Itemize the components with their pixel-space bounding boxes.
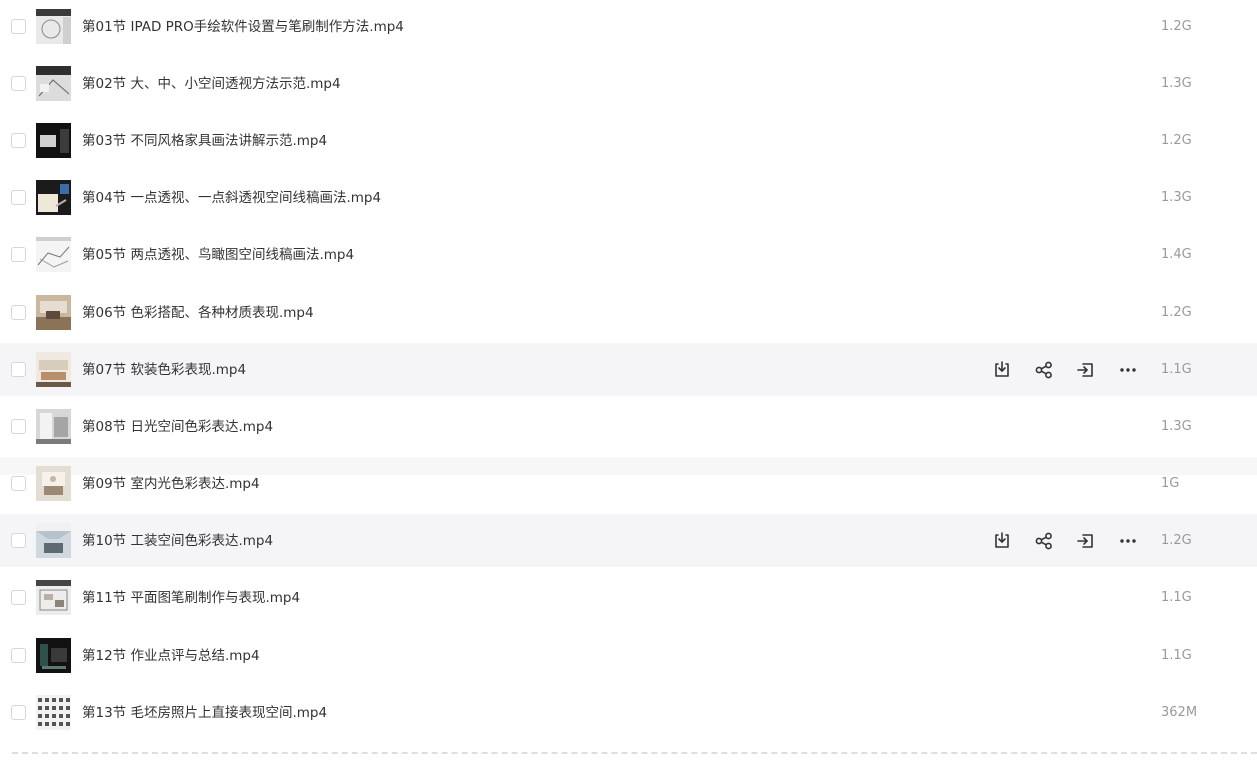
file-name[interactable]: 第08节 日光空间色彩表达.mp4 <box>82 418 273 436</box>
video-thumbnail <box>36 466 71 501</box>
video-thumbnail <box>36 237 71 272</box>
download-icon[interactable] <box>990 529 1014 553</box>
file-row[interactable]: 第01节 IPAD PRO手绘软件设置与笔刷制作方法.mp4 1.2G <box>0 0 1257 53</box>
move-icon[interactable] <box>1074 529 1098 553</box>
row-checkbox[interactable] <box>11 362 26 377</box>
file-name[interactable]: 第01节 IPAD PRO手绘软件设置与笔刷制作方法.mp4 <box>82 18 404 36</box>
video-thumbnail <box>36 123 71 158</box>
file-name[interactable]: 第12节 作业点评与总结.mp4 <box>82 647 260 665</box>
file-row[interactable]: 第10节 工装空间色彩表达.mp4 1.2G <box>0 514 1257 567</box>
row-checkbox[interactable] <box>11 19 26 34</box>
file-name[interactable]: 第07节 软装色彩表现.mp4 <box>82 361 246 379</box>
more-icon[interactable] <box>1116 358 1140 382</box>
row-checkbox[interactable] <box>11 305 26 320</box>
row-checkbox[interactable] <box>11 247 26 262</box>
file-row[interactable]: 第05节 两点透视、鸟瞰图空间线稿画法.mp4 1.4G <box>0 228 1257 281</box>
row-checkbox[interactable] <box>11 133 26 148</box>
share-icon[interactable] <box>1032 358 1056 382</box>
file-size: 1.1G <box>1161 590 1192 605</box>
file-row[interactable]: 第04节 一点透视、一点斜透视空间线稿画法.mp4 1.3G <box>0 171 1257 224</box>
video-thumbnail <box>36 352 71 387</box>
file-size: 1.2G <box>1161 133 1192 148</box>
row-checkbox[interactable] <box>11 648 26 663</box>
video-thumbnail <box>36 409 71 444</box>
share-icon[interactable] <box>1032 529 1056 553</box>
file-size: 1.2G <box>1161 19 1192 34</box>
file-name[interactable]: 第03节 不同风格家具画法讲解示范.mp4 <box>82 132 327 150</box>
file-size: 1.2G <box>1161 533 1192 548</box>
file-name[interactable]: 第10节 工装空间色彩表达.mp4 <box>82 532 273 550</box>
file-row[interactable]: 第09节 室内光色彩表达.mp4 1G <box>0 457 1257 510</box>
video-thumbnail <box>36 523 71 558</box>
file-row[interactable]: 第02节 大、中、小空间透视方法示范.mp4 1.3G <box>0 57 1257 110</box>
file-row[interactable]: 第13节 毛坯房照片上直接表现空间.mp4 362M <box>0 686 1257 739</box>
file-size: 1.3G <box>1161 419 1192 434</box>
file-size: 1.2G <box>1161 305 1192 320</box>
video-thumbnail <box>36 295 71 330</box>
row-checkbox[interactable] <box>11 190 26 205</box>
row-checkbox[interactable] <box>11 419 26 434</box>
video-thumbnail <box>36 695 71 730</box>
file-size: 1.3G <box>1161 190 1192 205</box>
file-name[interactable]: 第13节 毛坯房照片上直接表现空间.mp4 <box>82 704 327 722</box>
video-thumbnail <box>36 580 71 615</box>
file-size: 1.3G <box>1161 76 1192 91</box>
row-checkbox[interactable] <box>11 76 26 91</box>
file-size: 1.1G <box>1161 362 1192 377</box>
file-row[interactable]: 第12节 作业点评与总结.mp4 1.1G <box>0 629 1257 682</box>
video-thumbnail <box>36 180 71 215</box>
file-name[interactable]: 第05节 两点透视、鸟瞰图空间线稿画法.mp4 <box>82 246 354 264</box>
file-row[interactable]: 第11节 平面图笔刷制作与表现.mp4 1.1G <box>0 571 1257 624</box>
file-size: 362M <box>1161 705 1198 720</box>
row-actions <box>990 529 1140 553</box>
file-row[interactable]: 第03节 不同风格家具画法讲解示范.mp4 1.2G <box>0 114 1257 167</box>
file-name[interactable]: 第11节 平面图笔刷制作与表现.mp4 <box>82 589 300 607</box>
file-row[interactable]: 第07节 软装色彩表现.mp4 1.1G <box>0 343 1257 396</box>
move-icon[interactable] <box>1074 358 1098 382</box>
file-name[interactable]: 第04节 一点透视、一点斜透视空间线稿画法.mp4 <box>82 189 381 207</box>
file-size: 1.4G <box>1161 247 1192 262</box>
row-actions <box>990 358 1140 382</box>
file-name[interactable]: 第02节 大、中、小空间透视方法示范.mp4 <box>82 75 341 93</box>
file-row[interactable]: 第06节 色彩搭配、各种材质表现.mp4 1.2G <box>0 286 1257 339</box>
file-name[interactable]: 第09节 室内光色彩表达.mp4 <box>82 475 260 493</box>
more-icon[interactable] <box>1116 529 1140 553</box>
row-checkbox[interactable] <box>11 476 26 491</box>
download-icon[interactable] <box>990 358 1014 382</box>
row-checkbox[interactable] <box>11 533 26 548</box>
row-checkbox[interactable] <box>11 705 26 720</box>
file-name[interactable]: 第06节 色彩搭配、各种材质表现.mp4 <box>82 304 314 322</box>
video-thumbnail <box>36 66 71 101</box>
row-checkbox[interactable] <box>11 590 26 605</box>
video-thumbnail <box>36 9 71 44</box>
file-size: 1.1G <box>1161 648 1192 663</box>
file-row[interactable]: 第08节 日光空间色彩表达.mp4 1.3G <box>0 400 1257 453</box>
list-end-divider <box>12 752 1257 754</box>
file-size: 1G <box>1161 476 1180 491</box>
video-thumbnail <box>36 638 71 673</box>
